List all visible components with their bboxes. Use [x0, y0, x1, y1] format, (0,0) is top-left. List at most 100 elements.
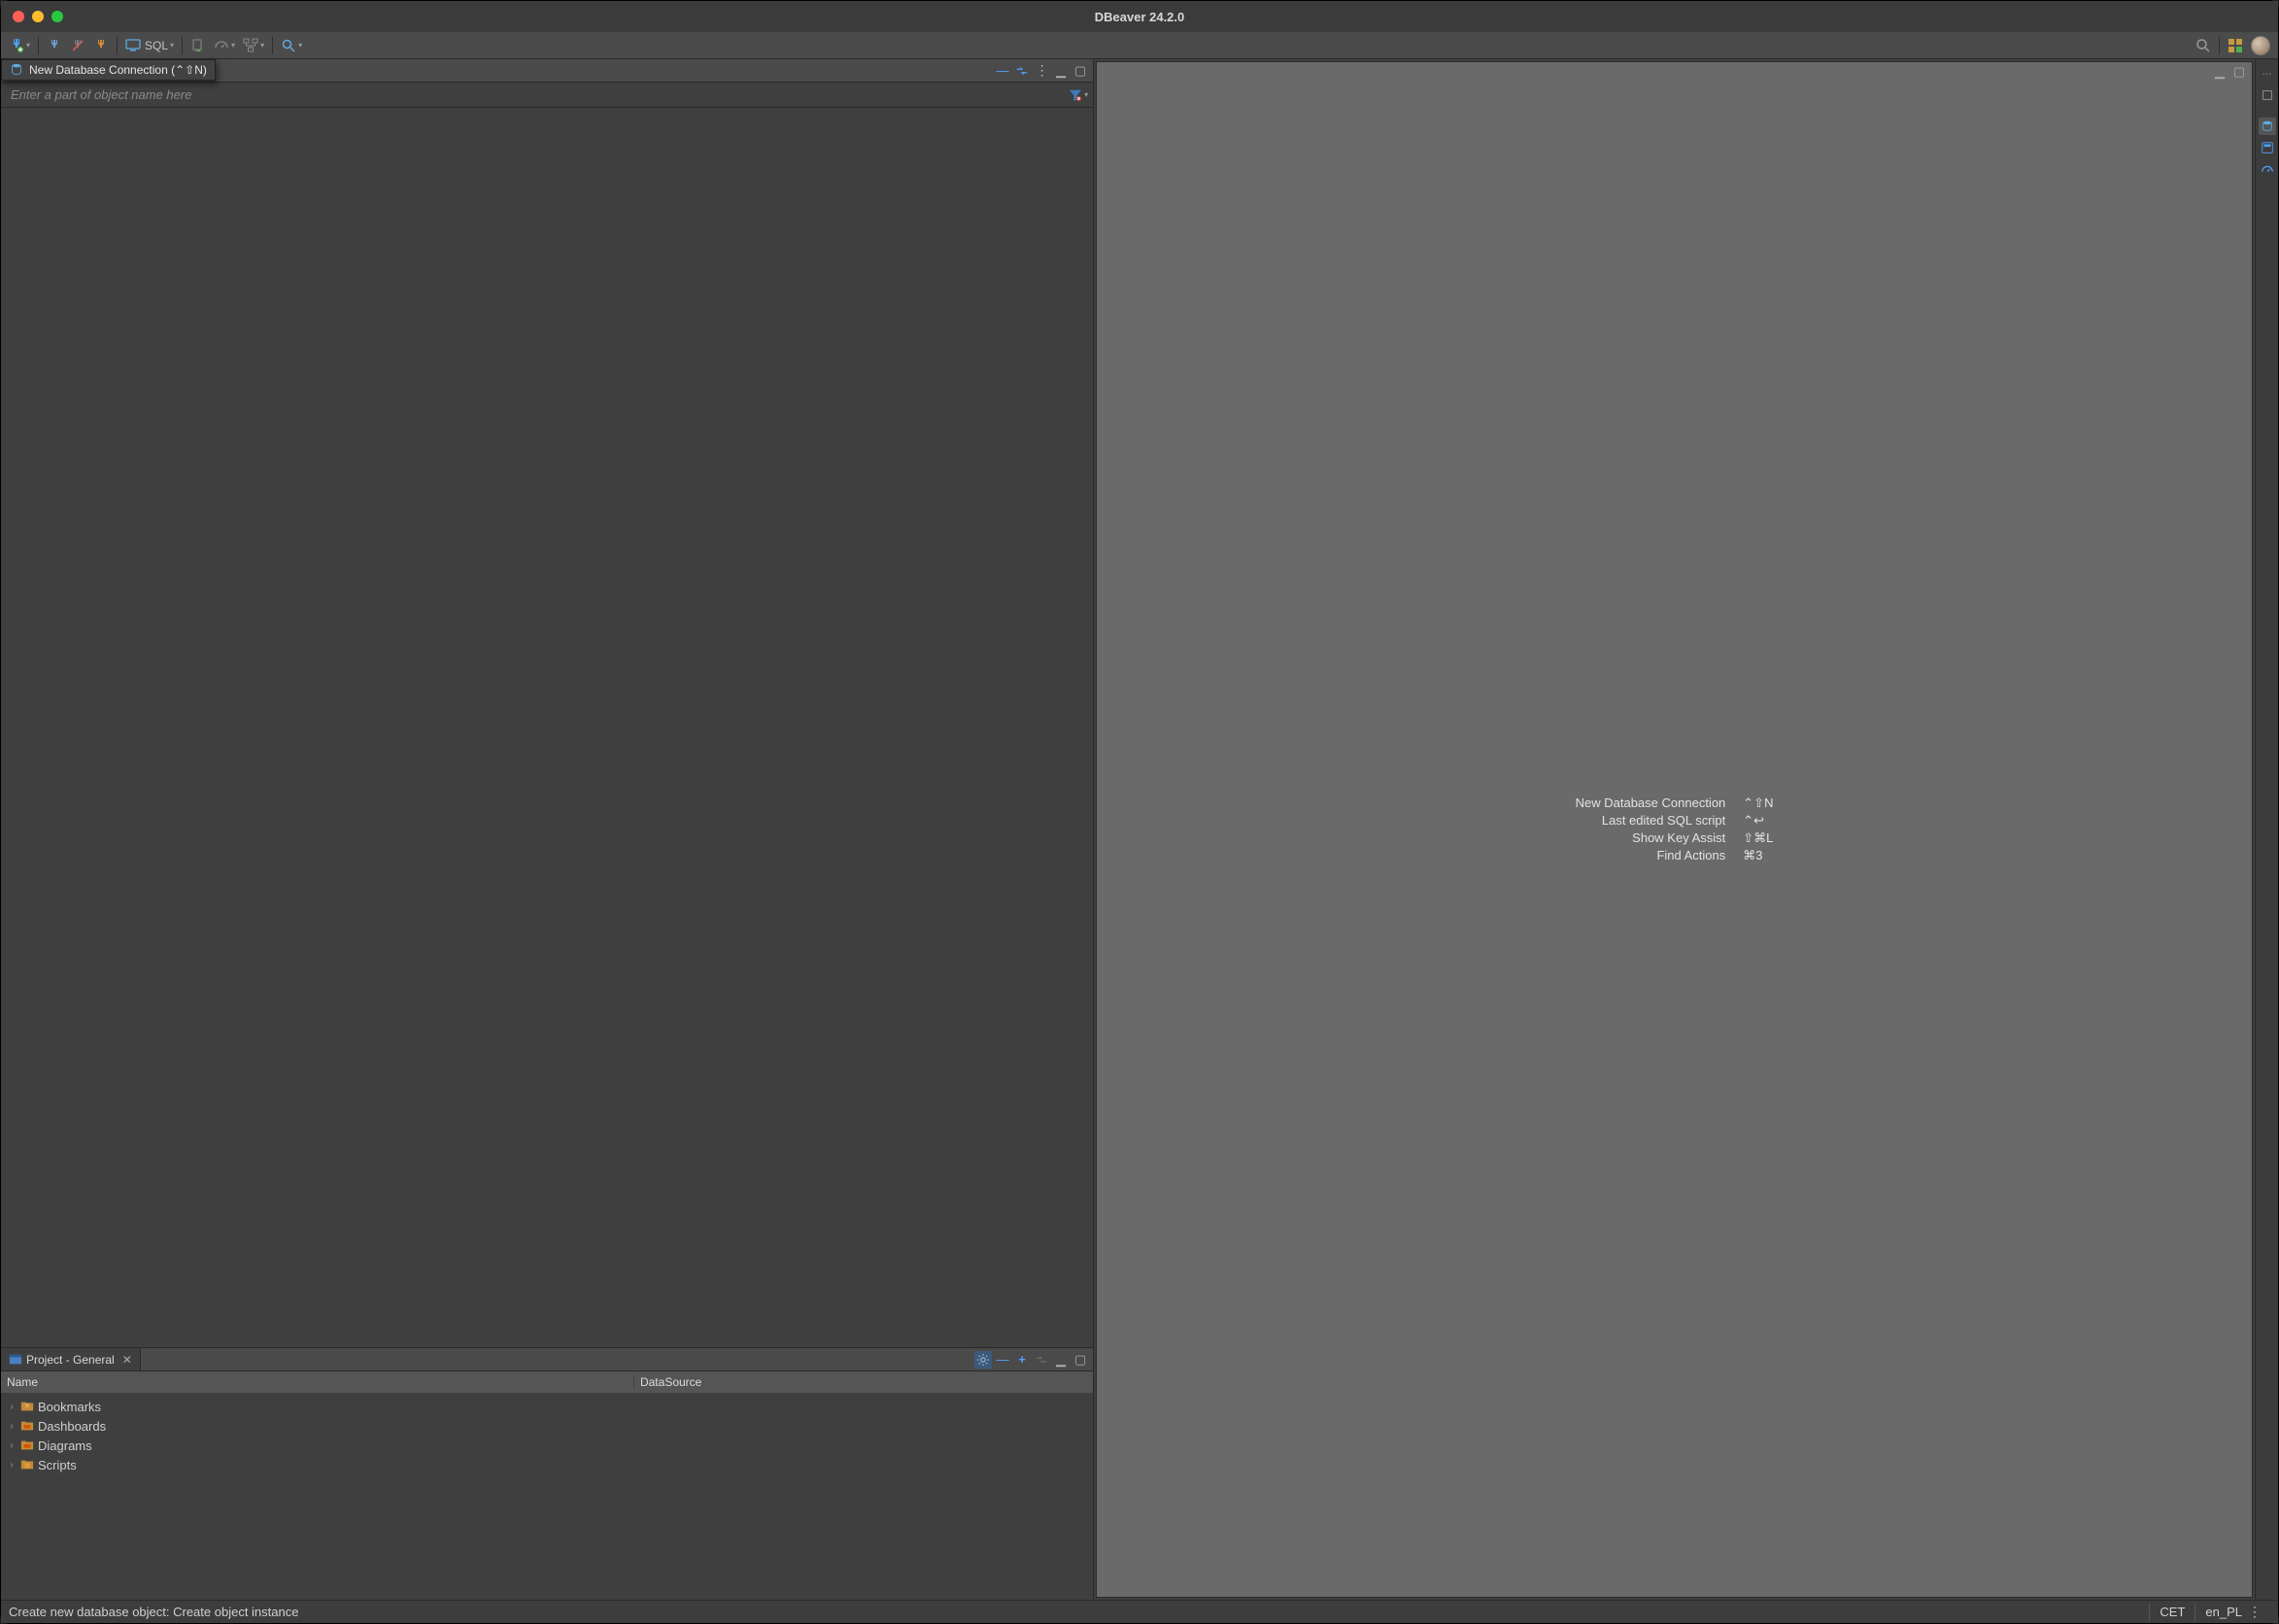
nav-menu-button[interactable]: ⋮: [1033, 62, 1050, 80]
column-name[interactable]: Name: [1, 1375, 634, 1389]
project-general-tab[interactable]: Project - General ✕: [1, 1348, 141, 1370]
tree-row-diagrams[interactable]: › Diagrams: [1, 1436, 1093, 1455]
perspective-button[interactable]: [2224, 35, 2247, 56]
toolbar-separator: [38, 37, 39, 54]
plug-icon: [9, 38, 24, 53]
editor-shortcuts-hint: New Database Connection ⌃⇧N Last edited …: [1576, 795, 1774, 863]
main-toolbar: ▾ SQL ▾ ▾ ▾: [1, 32, 2278, 59]
close-window-button[interactable]: [13, 11, 24, 22]
template-icon: [2261, 141, 2274, 154]
toolbar-separator: [117, 37, 118, 54]
column-datasource[interactable]: DataSource: [634, 1375, 1093, 1389]
monitor-icon: [125, 38, 141, 53]
folder-dashboard-icon: [20, 1419, 34, 1433]
shortcut-keys: ⌃⇧N: [1743, 795, 1773, 811]
tree-label: Scripts: [38, 1458, 77, 1472]
strip-more-button[interactable]: ⋯: [2259, 65, 2276, 83]
window-title: DBeaver 24.2.0: [1095, 10, 1185, 24]
global-search-button[interactable]: [2192, 35, 2215, 56]
tree-label: Bookmarks: [38, 1400, 101, 1414]
sql-label: SQL: [145, 39, 168, 52]
status-menu-icon: ⋮: [2248, 1604, 2261, 1620]
new-connection-button[interactable]: ▾: [5, 35, 34, 56]
chevron-right-icon: ›: [7, 1421, 17, 1432]
gauge-icon: [2261, 162, 2274, 176]
link-arrows-icon: [1015, 64, 1029, 78]
strip-navigator-button[interactable]: [2259, 118, 2276, 135]
minimize-window-button[interactable]: [32, 11, 44, 22]
search-toolbar-button[interactable]: ▾: [277, 35, 306, 56]
strip-templates-button[interactable]: [2259, 139, 2276, 156]
navigator-tree-body[interactable]: [1, 108, 1093, 1347]
erd-toolbar-button[interactable]: ▾: [239, 35, 268, 56]
dropdown-arrow-icon: ▾: [26, 41, 30, 50]
project-maximize-button[interactable]: ▢: [1071, 1351, 1089, 1369]
project-collapse-button[interactable]: —: [994, 1351, 1011, 1369]
editor-maximize-button[interactable]: ▢: [2230, 63, 2248, 81]
tree-row-bookmarks[interactable]: › Bookmarks: [1, 1397, 1093, 1416]
database-nav-icon: [2261, 119, 2274, 133]
status-message: Create new database object: Create objec…: [9, 1605, 298, 1619]
tree-label: Dashboards: [38, 1419, 106, 1434]
dropdown-arrow-icon: ▾: [170, 41, 174, 50]
tree-row-scripts[interactable]: › Scripts: [1, 1455, 1093, 1474]
chevron-right-icon: ›: [7, 1440, 17, 1451]
navigator-filter-input[interactable]: [1, 87, 1064, 102]
project-panel: Project - General ✕ — + ▁ ▢ Nam: [1, 1347, 1093, 1600]
toolbar-separator: [2219, 37, 2220, 54]
status-timezone[interactable]: CET: [2149, 1603, 2194, 1622]
dropdown-arrow-icon: ▾: [260, 41, 264, 50]
project-add-button[interactable]: +: [1013, 1351, 1031, 1369]
dashboard-toolbar-button[interactable]: ▾: [210, 35, 239, 56]
shortcut-keys: ⇧⌘L: [1743, 830, 1773, 846]
database-icon: [10, 63, 23, 77]
editor-area: ▁ ▢ New Database Connection ⌃⇧N Last edi…: [1096, 61, 2253, 1598]
plug-settings-icon: [93, 38, 109, 53]
search-icon: [2195, 38, 2211, 53]
editor-minimize-button[interactable]: ▁: [2211, 63, 2228, 81]
connect-button[interactable]: [43, 35, 66, 56]
perspective-icon: [2228, 38, 2243, 53]
strip-restore-button[interactable]: [2259, 86, 2276, 104]
nav-maximize-button[interactable]: ▢: [1071, 62, 1089, 80]
navigator-filter-row: ▾: [1, 83, 1093, 108]
strip-dashboard-button[interactable]: [2259, 160, 2276, 178]
commit-icon: [190, 38, 206, 53]
chevron-right-icon: ›: [7, 1460, 17, 1471]
workbench: ojects New Database Connection (⌃⇧N) — ⋮…: [1, 59, 2278, 1600]
folder-bookmark-icon: [20, 1400, 34, 1413]
maximize-window-button[interactable]: [51, 11, 63, 22]
right-strip: ⋯: [2255, 59, 2278, 1600]
status-locale[interactable]: en_PL ⋮: [2194, 1603, 2270, 1622]
nav-link-editor-button[interactable]: [1013, 62, 1031, 80]
navigator-tabbar: ojects New Database Connection (⌃⇧N) — ⋮…: [1, 59, 1093, 83]
shortcut-label: New Database Connection: [1576, 795, 1726, 811]
nav-collapse-button[interactable]: —: [994, 62, 1011, 80]
close-tab-button[interactable]: ✕: [122, 1353, 132, 1367]
nav-minimize-button[interactable]: ▁: [1052, 62, 1070, 80]
tree-label: Diagrams: [38, 1438, 92, 1453]
dropdown-arrow-icon: ▾: [298, 41, 302, 50]
shortcut-keys: ⌃↩: [1743, 813, 1773, 829]
project-link-button[interactable]: [1033, 1351, 1050, 1369]
title-bar: DBeaver 24.2.0: [1, 1, 2278, 32]
funnel-icon: [1069, 88, 1082, 102]
folder-script-icon: [20, 1458, 34, 1472]
commit-button[interactable]: [187, 35, 210, 56]
driver-manager-button[interactable]: [89, 35, 113, 56]
tree-row-dashboards[interactable]: › Dashboards: [1, 1416, 1093, 1436]
plug-connect-icon: [47, 38, 62, 53]
gear-icon: [976, 1353, 990, 1367]
sql-editor-button[interactable]: SQL ▾: [121, 35, 178, 56]
shortcut-keys: ⌘3: [1743, 848, 1773, 863]
project-configure-button[interactable]: [974, 1351, 992, 1369]
left-pane: ojects New Database Connection (⌃⇧N) — ⋮…: [1, 59, 1094, 1600]
chevron-right-icon: ›: [7, 1402, 17, 1412]
account-button[interactable]: [2247, 35, 2274, 56]
navigator-filter-button[interactable]: ▾: [1064, 88, 1093, 102]
disconnect-button[interactable]: [66, 35, 89, 56]
window-controls: [13, 11, 63, 22]
plug-disconnect-icon: [70, 38, 85, 53]
project-minimize-button[interactable]: ▁: [1052, 1351, 1070, 1369]
project-tabbar: Project - General ✕ — + ▁ ▢: [1, 1348, 1093, 1371]
